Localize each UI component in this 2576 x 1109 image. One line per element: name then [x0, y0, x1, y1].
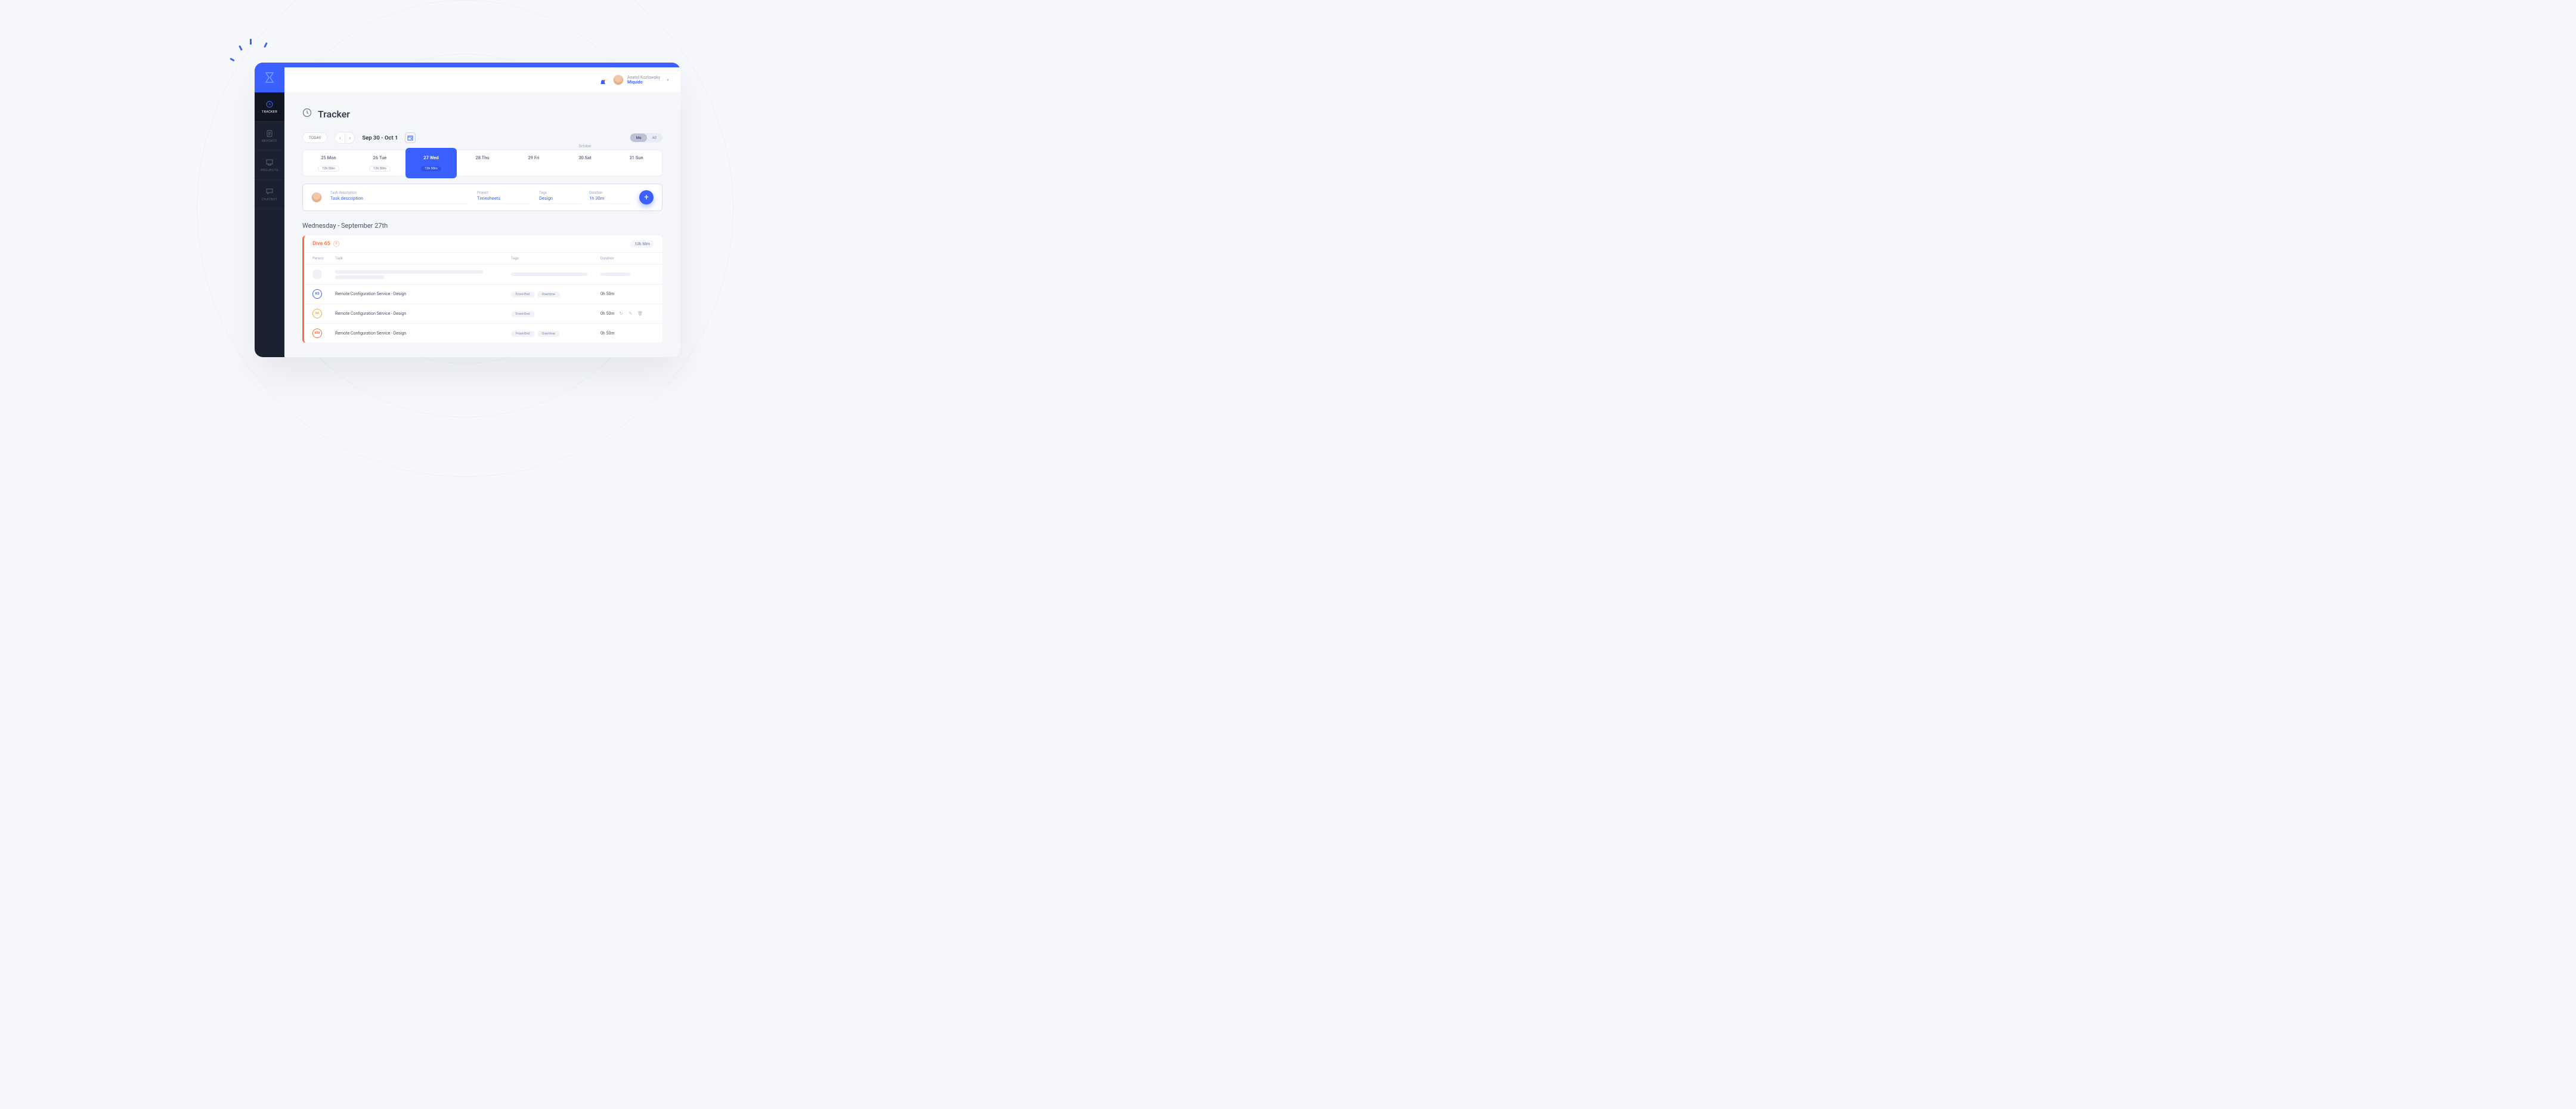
table-row[interactable]: RK Remote Configuration Service - DesignF…	[304, 304, 662, 324]
person-initials: KS	[312, 289, 322, 299]
person-initials: KM	[312, 329, 322, 338]
day-cell[interactable]: 26 Tue 12h 50m	[354, 150, 405, 176]
chevron-down-icon: ▼	[666, 78, 670, 82]
tags-field[interactable]: Tags Design	[539, 191, 581, 204]
month-label: October	[559, 144, 611, 148]
column-headers: Person Task Tags Duration	[304, 252, 662, 265]
next-week-button[interactable]: ›	[345, 132, 354, 143]
add-entry-button[interactable]: +	[639, 190, 654, 205]
nav-label: TRACKER	[262, 110, 277, 114]
nav-tracker[interactable]: TRACKER	[255, 92, 284, 122]
row-duration: 0h 50m	[600, 311, 615, 316]
plus-icon: +	[644, 193, 649, 202]
nav-label: REPORTS	[262, 140, 277, 143]
user-avatar	[613, 75, 624, 85]
day-cell-active[interactable]: 27 Wed 12h 50m	[405, 148, 457, 178]
project-panel: Dive 65 ? 12h 50m Person Task Tags Durat…	[302, 236, 662, 343]
chat-icon	[265, 188, 274, 196]
delete-icon[interactable]: 🗑	[637, 311, 643, 317]
table-row[interactable]: KS Remote Configuration Service - DesignF…	[304, 284, 662, 304]
day-cell[interactable]: 28 Thu	[457, 150, 508, 176]
clock-icon	[302, 108, 312, 120]
day-label: 25 Mon	[303, 155, 354, 160]
today-button[interactable]: TODAY	[302, 132, 327, 143]
document-icon	[265, 129, 274, 138]
prev-week-button[interactable]: ‹	[335, 132, 345, 143]
help-icon[interactable]: ?	[333, 241, 339, 247]
tag-chip: Overtime	[537, 292, 560, 298]
scope-me[interactable]: Me	[630, 134, 646, 142]
window-accent-bar	[255, 63, 680, 67]
topbar: Anatol Kozlowsky Miquido ▼	[284, 67, 680, 92]
nav-reports[interactable]: REPORTS	[255, 122, 284, 151]
day-cell[interactable]: October 30 Sat	[559, 150, 611, 176]
date-nav: ‹ ›	[335, 132, 355, 144]
day-cell[interactable]: 29 Fri	[508, 150, 559, 176]
day-heading: Wednesday - September 27th	[302, 222, 662, 230]
col-duration: Duration	[600, 256, 654, 261]
user-name: Anatol Kozlowsky	[627, 75, 660, 80]
refresh-icon[interactable]: ↻	[618, 311, 624, 317]
day-label: 29 Fri	[508, 155, 559, 160]
tag-chip: Front-End	[511, 331, 535, 337]
board-icon	[265, 159, 274, 167]
day-cell[interactable]: 31 Sun	[611, 150, 662, 176]
project-title[interactable]: Dive 65 ?	[312, 241, 339, 247]
day-hours-badge: 12h 50m	[421, 166, 441, 171]
clock-icon	[265, 100, 274, 109]
day-label: 27 Wed	[405, 155, 457, 160]
nav-chatbot[interactable]: CHATBOT	[255, 180, 284, 209]
app-window: TRACKER REPORTS PROJECTS CHATBOT	[255, 63, 680, 357]
col-tags: Tags	[511, 256, 600, 261]
task-description-field[interactable]: Task description Task description	[330, 191, 469, 204]
col-person: Person	[312, 256, 335, 261]
table-row[interactable]: KM Remote Configuration Service - DesignF…	[304, 324, 662, 343]
task-text: Remote Configuration Service - Design	[335, 331, 511, 336]
nav-label: CHATBOT	[262, 198, 278, 202]
page-header: Tracker	[302, 108, 662, 129]
day-hours-badge: 12h 50m	[369, 166, 391, 172]
day-cell[interactable]: 25 Mon 12h 50m	[303, 150, 354, 176]
col-task: Task	[335, 256, 511, 261]
notifications-icon[interactable]	[600, 77, 606, 83]
content-area: Tracker TODAY ‹ › Sep 30 - Oct 1 Me All …	[284, 92, 680, 357]
nav-label: PROJECTS	[261, 169, 278, 172]
entry-avatar	[311, 192, 322, 203]
day-label: 31 Sun	[611, 155, 662, 160]
person-initials: RK	[312, 309, 322, 318]
avatar-placeholder	[312, 269, 322, 279]
table-row-loading	[304, 265, 662, 284]
hourglass-icon	[265, 72, 274, 83]
calendar-icon	[407, 135, 413, 141]
sidebar: TRACKER REPORTS PROJECTS CHATBOT	[255, 63, 284, 357]
toolbar: TODAY ‹ › Sep 30 - Oct 1 Me All	[302, 132, 662, 144]
duration-field[interactable]: Duration 1h 30m	[589, 191, 631, 204]
user-menu[interactable]: Anatol Kozlowsky Miquido ▼	[613, 75, 670, 85]
day-label: 26 Tue	[354, 155, 405, 160]
app-logo[interactable]	[255, 63, 284, 92]
task-text: Remote Configuration Service - Design	[335, 292, 511, 296]
task-text: Remote Configuration Service - Design	[335, 311, 511, 316]
day-label: 28 Thu	[457, 155, 508, 160]
edit-icon[interactable]: ✎	[628, 311, 634, 317]
tag-chip: Front-End	[511, 311, 535, 317]
scope-all[interactable]: All	[647, 134, 662, 142]
nav-projects[interactable]: PROJECTS	[255, 151, 284, 180]
day-label: 30 Sat	[559, 155, 611, 160]
date-range: Sep 30 - Oct 1	[362, 135, 398, 141]
user-company: Miquido	[627, 80, 660, 85]
project-field[interactable]: Project Timesheets	[477, 191, 531, 204]
row-duration: 0h 50m	[600, 331, 615, 336]
day-hours-badge: 12h 50m	[318, 166, 339, 172]
tag-chip: Overtime	[537, 331, 560, 337]
row-duration: 0h 50m	[600, 292, 615, 296]
calendar-button[interactable]	[405, 132, 416, 143]
project-total-duration: 12h 50m	[630, 240, 654, 247]
tag-chip: Front-End	[511, 292, 535, 298]
page-title: Tracker	[318, 109, 350, 120]
panel-header: Dive 65 ? 12h 50m	[304, 236, 662, 252]
week-selector: 25 Mon 12h 50m 26 Tue 12h 50m 27 Wed 12h…	[302, 150, 662, 176]
scope-toggle: Me All	[630, 133, 662, 143]
new-entry-card: Task description Task description Projec…	[302, 184, 662, 211]
